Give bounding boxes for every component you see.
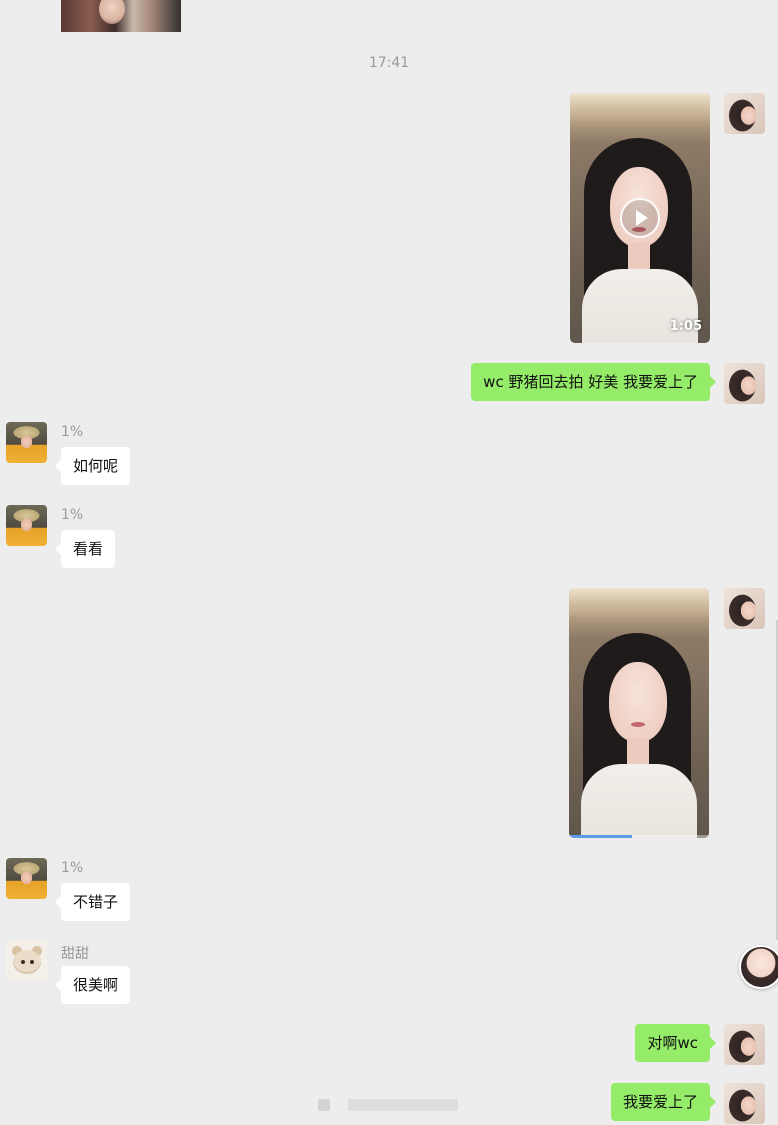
play-icon[interactable]: [620, 198, 660, 238]
video-subject-face: [609, 662, 667, 742]
sender-name: 甜甜: [61, 946, 89, 962]
contact-avatar-tiantian[interactable]: [6, 941, 47, 982]
message-text: 不错子: [73, 893, 119, 911]
bear-eye-left: [21, 960, 25, 964]
message-bubble-outgoing[interactable]: wc 野猪回去拍 好美 我要爱上了: [471, 363, 716, 401]
video-progress-fill: [569, 835, 632, 838]
message-text: 很美啊: [73, 976, 119, 994]
contact-avatar-1pct[interactable]: [6, 858, 47, 899]
message-text: 对啊wc: [647, 1034, 698, 1052]
message-timestamp: 17:41: [368, 55, 410, 71]
bear-face: [13, 950, 41, 974]
video-scene: [569, 588, 709, 618]
message-text: 如何呢: [73, 457, 119, 475]
video-message[interactable]: [569, 588, 709, 838]
video-subject-lips: [631, 722, 645, 727]
message-text: 我要爱上了: [622, 1093, 698, 1111]
message-bubble-outgoing[interactable]: 对啊wc: [635, 1024, 716, 1062]
my-avatar[interactable]: [724, 1024, 765, 1065]
video-message[interactable]: 1:05: [570, 93, 710, 343]
shared-image-thumbnail[interactable]: [61, 0, 181, 32]
image-face: [99, 0, 125, 24]
contact-avatar-1pct[interactable]: [6, 505, 47, 546]
watermark: [312, 1094, 464, 1116]
watermark-mark: [318, 1099, 330, 1111]
my-avatar[interactable]: [724, 93, 765, 134]
my-avatar[interactable]: [724, 1083, 765, 1124]
bear-eye-right: [30, 960, 34, 964]
my-avatar[interactable]: [724, 363, 765, 404]
floating-assistant-avatar[interactable]: [739, 945, 778, 989]
message-text: wc 野猪回去拍 好美 我要爱上了: [483, 373, 698, 391]
sender-name: 1%: [61, 860, 84, 876]
message-bubble-incoming[interactable]: 不错子: [54, 883, 131, 921]
video-scene: [570, 93, 710, 123]
my-avatar[interactable]: [724, 588, 765, 629]
video-progress-track[interactable]: [569, 835, 709, 838]
message-bubble-incoming[interactable]: 如何呢: [54, 447, 131, 485]
video-duration: 1:05: [669, 319, 702, 334]
message-text: 看看: [73, 540, 104, 558]
video-subject-sweater: [581, 764, 697, 838]
sender-name: 1%: [61, 507, 84, 523]
message-bubble-incoming[interactable]: 看看: [54, 530, 116, 568]
message-bubble-incoming[interactable]: 很美啊: [54, 966, 131, 1004]
contact-avatar-1pct[interactable]: [6, 422, 47, 463]
sender-name: 1%: [61, 424, 84, 440]
watermark-text-block: [348, 1099, 458, 1111]
message-bubble-outgoing[interactable]: 我要爱上了: [610, 1083, 717, 1121]
